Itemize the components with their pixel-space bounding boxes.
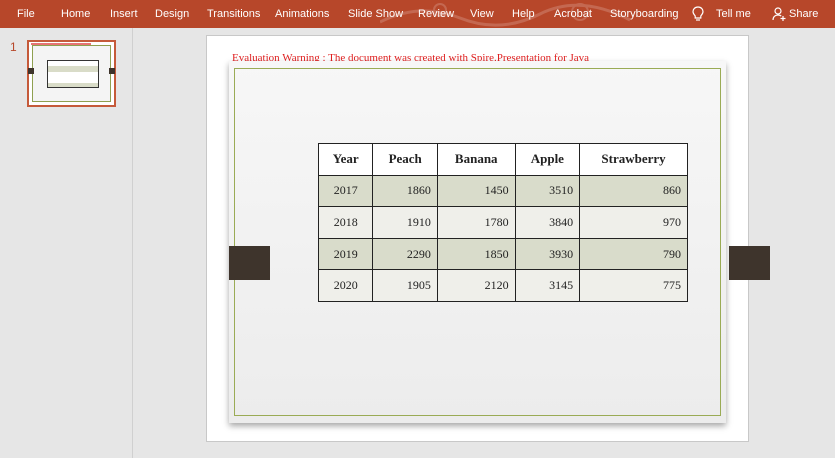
- table-cell[interactable]: 1910: [372, 206, 438, 239]
- slide-number: 1: [10, 40, 17, 54]
- tab-help[interactable]: Help: [512, 0, 535, 28]
- table-cell[interactable]: 3930: [514, 237, 581, 271]
- ribbon-tab-bar: File Home Insert Design Transitions Anim…: [0, 0, 835, 28]
- table-row: 2019 2290 1850 3930 790: [317, 237, 688, 271]
- table-cell[interactable]: 3840: [514, 206, 581, 239]
- thumbnail-table: [47, 60, 99, 88]
- table-cell[interactable]: 2120: [436, 269, 516, 302]
- tab-transitions[interactable]: Transitions: [207, 0, 260, 28]
- tab-storyboarding[interactable]: Storyboarding: [610, 0, 679, 28]
- tab-slide-show[interactable]: Slide Show: [348, 0, 403, 28]
- slide-editor: Evaluation Warning : The document was cr…: [134, 28, 835, 458]
- slide-frame: Year Peach Banana Apple Strawberry 2017 …: [229, 61, 770, 423]
- table-row: 2018 1910 1780 3840 970: [317, 206, 688, 239]
- slide-thumbnail[interactable]: [27, 40, 116, 107]
- table-row: 2020 1905 2120 3145 775: [317, 269, 688, 302]
- table-cell[interactable]: 860: [579, 174, 688, 208]
- thumbnail-right-bar: [109, 68, 115, 74]
- slide-thumbnail-pane: 1: [0, 28, 133, 458]
- table-cell[interactable]: 2019: [317, 237, 374, 271]
- tab-design[interactable]: Design: [155, 0, 189, 28]
- table-cell[interactable]: 1780: [436, 206, 516, 239]
- table-cell[interactable]: 3510: [514, 174, 581, 208]
- table-cell[interactable]: 1450: [436, 174, 516, 208]
- table-row: 2017 1860 1450 3510 860: [317, 174, 688, 208]
- table-cell[interactable]: 3145: [514, 269, 581, 302]
- table-cell[interactable]: 2290: [372, 237, 438, 271]
- header-peach[interactable]: Peach: [372, 143, 438, 176]
- left-decor-bar: [229, 246, 270, 280]
- table-cell[interactable]: 2018: [317, 206, 374, 239]
- tab-insert[interactable]: Insert: [110, 0, 138, 28]
- header-year[interactable]: Year: [317, 143, 374, 176]
- tab-home[interactable]: Home: [61, 0, 90, 28]
- right-decor-bar: [729, 246, 770, 280]
- table-cell[interactable]: 1860: [372, 174, 438, 208]
- share-person-icon[interactable]: [772, 7, 786, 21]
- tab-view[interactable]: View: [470, 0, 494, 28]
- table-cell[interactable]: 2017: [317, 174, 374, 208]
- data-table[interactable]: Year Peach Banana Apple Strawberry 2017 …: [317, 143, 688, 302]
- share-button[interactable]: Share: [789, 0, 818, 28]
- table-cell[interactable]: 970: [579, 206, 688, 239]
- tab-file[interactable]: File: [17, 0, 35, 28]
- table-cell[interactable]: 790: [579, 237, 688, 271]
- tab-animations[interactable]: Animations: [275, 0, 329, 28]
- table-header-row: Year Peach Banana Apple Strawberry: [317, 143, 688, 176]
- tab-acrobat[interactable]: Acrobat: [554, 0, 592, 28]
- header-strawberry[interactable]: Strawberry: [579, 143, 688, 176]
- table-cell[interactable]: 2020: [317, 269, 374, 302]
- thumbnail-frame: [32, 45, 111, 102]
- slide-canvas[interactable]: Evaluation Warning : The document was cr…: [206, 35, 770, 442]
- table-cell[interactable]: 1905: [372, 269, 438, 302]
- thumbnail-left-bar: [28, 68, 34, 74]
- tab-review[interactable]: Review: [418, 0, 454, 28]
- header-apple[interactable]: Apple: [514, 143, 581, 176]
- table-cell[interactable]: 775: [579, 269, 688, 302]
- tell-me-search[interactable]: Tell me: [716, 0, 751, 28]
- lightbulb-icon[interactable]: [692, 6, 704, 22]
- header-banana[interactable]: Banana: [436, 143, 516, 176]
- table-cell[interactable]: 1850: [436, 237, 516, 271]
